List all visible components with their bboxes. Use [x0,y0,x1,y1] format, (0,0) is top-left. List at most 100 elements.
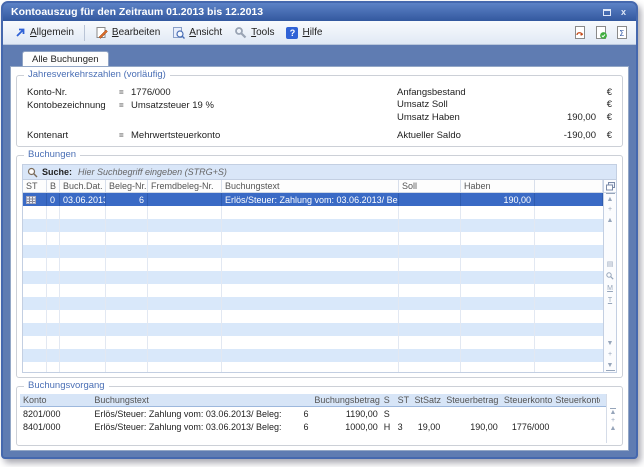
cell-steuerkonto-1: 1776/000 [501,420,553,433]
print-document-button[interactable] [572,25,588,41]
view-magnifier-icon [172,26,185,39]
col-s[interactable]: S [381,394,395,406]
empty-cell [399,349,461,362]
col-stsatz[interactable]: StSatz [412,394,444,406]
empty-cell [461,219,535,232]
scroll-to-bottom-icon[interactable]: ▼ [606,360,615,371]
col-buch-dat[interactable]: Buch.Dat. [60,180,106,192]
cell-soll [399,193,461,206]
col-fremdbeleg-nr[interactable]: Fremdbeleg-Nr. [148,180,222,192]
menu-separator [84,25,85,41]
empty-cell [222,323,399,336]
empty-row[interactable] [23,297,603,310]
transaction-row[interactable]: 8201/000 Erlös/Steuer: Zahlung vom: 03.0… [20,407,606,420]
empty-cell [148,219,222,232]
transaction-header-row[interactable]: Konto Buchungstext Buchungsbetrag S ST S… [20,394,606,407]
empty-cell [399,284,461,297]
sort-m-icon[interactable]: M [606,283,615,294]
restore-button[interactable] [600,6,613,18]
column-options-icon[interactable] [604,181,616,193]
empty-cell [23,349,47,362]
cell-steuerkonto-2 [552,407,600,420]
col-st[interactable]: ST [395,394,412,406]
empty-row[interactable] [23,219,603,232]
currency-symbol: € [596,130,612,141]
menu-allgemein[interactable]: Allgemein [9,25,80,40]
col-haben[interactable]: Haben [461,180,535,192]
menu-label: Allgemein [30,27,74,38]
col-buchungsbetrag[interactable]: Buchungsbetrag [311,394,380,406]
scroll-up-icon[interactable]: ▲ [610,425,617,432]
col-steuerbetrag[interactable]: Steuerbetrag [443,394,501,406]
col-buchungstext[interactable]: Buchungstext [222,180,399,192]
empty-row[interactable] [23,349,603,362]
empty-cell [535,284,603,297]
empty-cell [47,349,60,362]
empty-cell [23,219,47,232]
info-row-konto-nr: Konto-Nr. = 1776/000 [27,86,357,99]
col-buchungstext[interactable]: Buchungstext [91,394,311,406]
close-button[interactable]: x [617,6,630,18]
empty-row[interactable] [23,232,603,245]
empty-cell [535,349,603,362]
empty-row[interactable] [23,336,603,349]
cell-fremdbeleg [148,193,222,206]
empty-row[interactable] [23,245,603,258]
zoom-icon[interactable] [606,271,615,282]
empty-row[interactable] [23,271,603,284]
empty-cell [399,232,461,245]
empty-cell [60,232,106,245]
info-label: Konto-Nr. [27,87,119,98]
col-b[interactable]: B [47,180,60,192]
buchungstext-number: 6 [304,422,309,432]
empty-cell [47,271,60,284]
menu-tools[interactable]: Tools [228,24,280,41]
search-icon [27,167,38,178]
scroll-up-icon[interactable]: ▲ [606,215,615,226]
scroll-page-up-icon[interactable]: + [606,204,615,215]
scroll-page-down-icon[interactable]: + [606,349,615,360]
sum-document-button[interactable]: Σ [614,25,630,41]
info-row-umsatz-haben: Umsatz Haben 190,00 € [397,111,612,124]
empty-cell [47,297,60,310]
empty-row[interactable] [23,284,603,297]
empty-cell [399,297,461,310]
search-bar[interactable]: Suche: [23,165,616,180]
list-view-icon[interactable]: ▤ [606,259,615,270]
bookings-header-row[interactable]: ST B Buch.Dat. Beleg-Nr. Fremdbeleg-Nr. … [23,180,603,193]
col-steuerkonto-1[interactable]: Steuerkonto 1 [501,394,553,406]
menu-bearbeiten[interactable]: Bearbeiten [89,24,166,41]
transaction-row[interactable]: 8401/000 Erlös/Steuer: Zahlung vom: 03.0… [20,420,606,433]
col-steuerkonto-2[interactable]: Steuerkonto 2 [552,394,600,406]
tab-alle-buchungen[interactable]: Alle Buchungen [22,51,109,66]
empty-cell [222,336,399,349]
empty-cell [535,245,603,258]
menu-bar: Allgemein Bearbeiten Ansicht Tools [3,21,636,45]
menu-ansicht[interactable]: Ansicht [166,24,228,41]
scroll-page-up-icon[interactable]: + [611,417,615,424]
col-konto[interactable]: Konto [20,394,91,406]
col-soll[interactable]: Soll [399,180,461,192]
search-input[interactable] [76,166,612,178]
menu-hilfe[interactable]: ? Hilfe [280,25,328,41]
col-beleg-nr[interactable]: Beleg-Nr. [106,180,148,192]
empty-row[interactable] [23,258,603,271]
col-st[interactable]: ST [23,180,47,192]
confirm-document-button[interactable] [593,25,609,41]
cell-stsatz [412,407,444,420]
cell-stsatz: 19,00 [412,420,444,433]
empty-row[interactable] [23,362,603,372]
booking-row-selected[interactable]: 0 03.06.2013 6 Erlös/Steuer: Zahlung vom… [23,193,603,206]
cell-betrag: 1000,00 [311,420,380,433]
scroll-to-top-icon[interactable]: ▲ [606,193,615,204]
empty-cell [23,362,47,372]
empty-row[interactable] [23,323,603,336]
scroll-down-icon[interactable]: ▼ [606,338,615,349]
info-row-umsatz-soll: Umsatz Soll € [397,99,612,112]
title-bar[interactable]: Kontoauszug für den Zeitraum 01.2013 bis… [3,3,636,21]
scroll-to-top-icon[interactable]: ▲ [610,408,617,416]
sort-t-icon[interactable]: T [606,295,615,306]
empty-row[interactable] [23,310,603,323]
empty-row[interactable] [23,206,603,219]
empty-cell [47,362,60,372]
